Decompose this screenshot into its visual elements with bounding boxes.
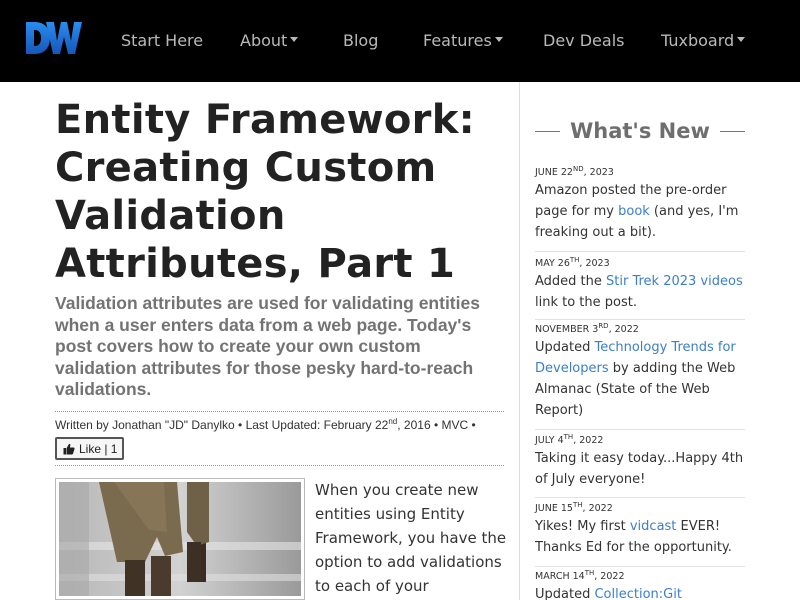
- news-link[interactable]: Stir Trek 2023 videos: [606, 274, 743, 289]
- whats-new-title: What's New: [570, 119, 710, 143]
- heading-rule: [719, 130, 745, 132]
- news-date: June 15th, 2022: [535, 500, 613, 514]
- article-lead: Validation attributes are used for valid…: [55, 293, 480, 399]
- caret-down-icon: [494, 37, 503, 42]
- nav-dev-deals[interactable]: Dev Deals: [543, 31, 624, 51]
- article-body: When you create new entities using Entit…: [315, 481, 507, 595]
- news-item: July 4th, 2022 Taking it easy today...Ha…: [535, 432, 745, 490]
- like-button[interactable]: Like | 1: [55, 437, 124, 460]
- nav-features[interactable]: Features: [423, 31, 503, 51]
- news-date: March 14th, 2022: [535, 568, 625, 582]
- nav-start-here[interactable]: Start Here: [121, 31, 203, 51]
- divider: [535, 566, 745, 567]
- news-date: June 22nd, 2023: [535, 164, 614, 178]
- divider: [55, 465, 504, 466]
- nav-blog[interactable]: Blog: [343, 31, 378, 51]
- news-item: June 22nd, 2023 Amazon posted the pre-or…: [535, 164, 745, 243]
- like-label: Like | 1: [79, 441, 118, 456]
- soldiers-photo: [59, 482, 301, 596]
- thumbs-up-icon: [63, 443, 75, 454]
- top-navbar: Start Here About Blog Features Dev Deals…: [0, 0, 800, 82]
- divider: [535, 319, 745, 320]
- news-date: May 26th, 2023: [535, 255, 610, 269]
- caret-down-icon: [737, 37, 746, 42]
- whats-new-header: What's New: [535, 116, 745, 146]
- news-link[interactable]: vidcast: [630, 519, 677, 534]
- article-image: [55, 478, 305, 600]
- divider: [535, 497, 745, 498]
- news-item: March 14th, 2022 Updated Collection:Git …: [535, 568, 745, 600]
- nav-about[interactable]: About: [240, 31, 299, 51]
- news-item: May 26th, 2023 Added the Stir Trek 2023 …: [535, 255, 745, 313]
- caret-down-icon: [290, 37, 299, 42]
- article-title: Entity Framework: Creating Custom Valida…: [55, 97, 475, 287]
- sidebar-divider: [519, 82, 520, 600]
- news-date: July 4th, 2022: [535, 432, 604, 446]
- divider: [535, 251, 745, 252]
- site-logo[interactable]: [24, 18, 82, 58]
- news-text: Updated Technology Trends for Developers…: [535, 340, 736, 418]
- heading-rule: [535, 130, 561, 132]
- news-item: November 3rd, 2022 Updated Technology Tr…: [535, 321, 745, 421]
- news-text: Yikes! My first vidcast EVER! Thanks Ed …: [535, 519, 732, 555]
- news-link[interactable]: book: [618, 204, 650, 219]
- divider: [535, 429, 745, 430]
- news-item: June 15th, 2022 Yikes! My first vidcast …: [535, 500, 745, 558]
- news-text: Taking it easy today...Happy 4th of July…: [535, 451, 744, 487]
- article-byline: Written by Jonathan "JD" Danylko • Last …: [55, 417, 476, 433]
- news-text: Amazon posted the pre-order page for my …: [535, 183, 739, 240]
- nav-tuxboard[interactable]: Tuxboard: [661, 31, 746, 51]
- divider: [55, 411, 504, 412]
- news-date: November 3rd, 2022: [535, 321, 639, 335]
- news-text: Updated Collection:Git Resources: [535, 584, 745, 600]
- news-text: Added the Stir Trek 2023 videos link to …: [535, 274, 743, 310]
